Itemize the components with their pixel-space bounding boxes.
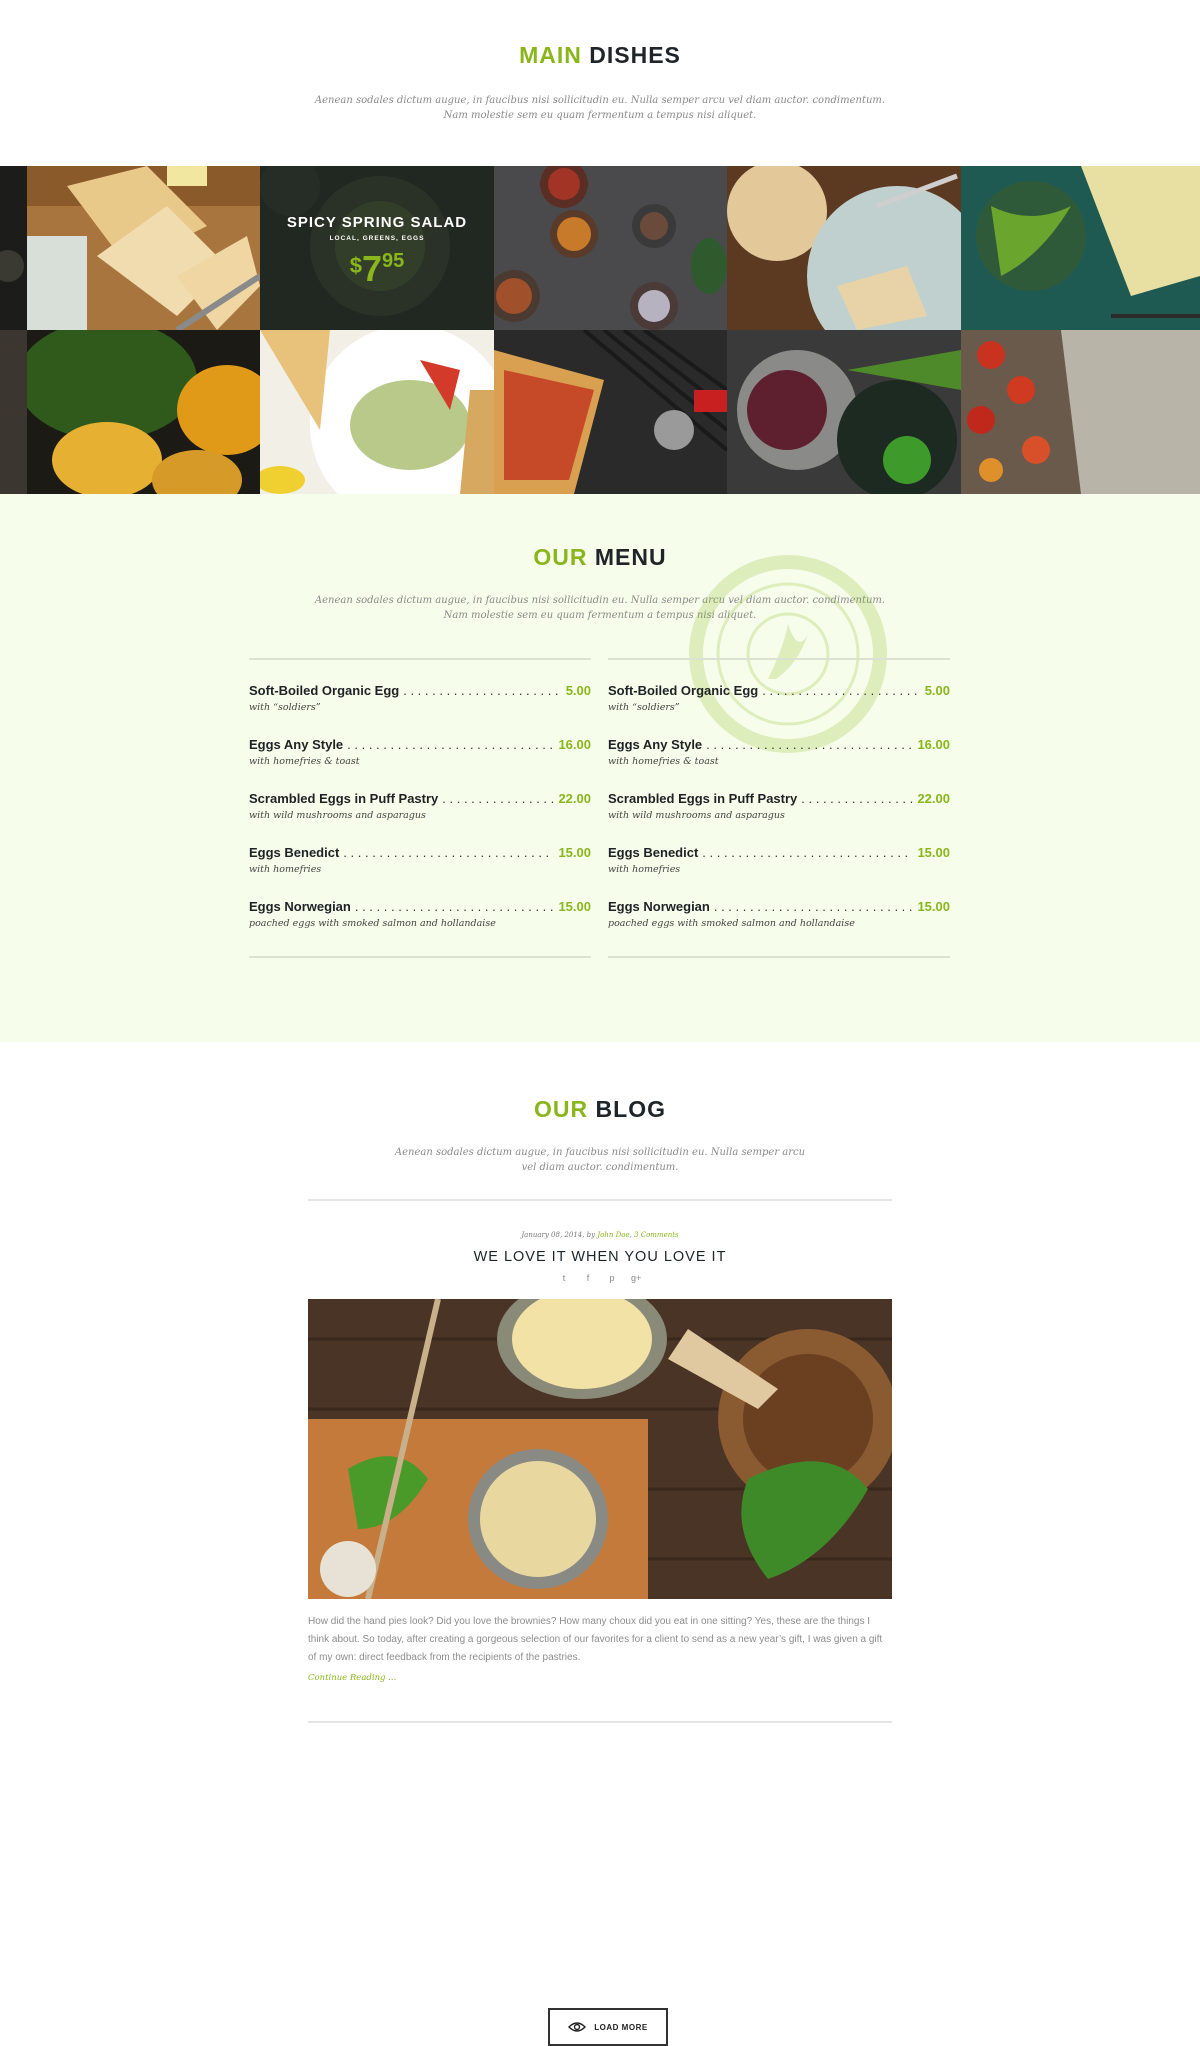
gallery-tile-zucchini[interactable] <box>961 166 1200 330</box>
blog-section: OUR BLOG Aenean sodales dictum augue, in… <box>0 1042 1200 2046</box>
promo-title: SPICY SPRING SALAD <box>286 214 468 231</box>
menu-item[interactable]: Eggs Norwegian15.00 poached eggs with sm… <box>249 899 591 953</box>
promo-spicy-spring-salad[interactable]: SPICY SPRING SALAD LOCAL, GREENS, EGGS $… <box>260 166 494 330</box>
divider <box>308 1721 892 1723</box>
menu-item[interactable]: Eggs Benedict15.00 with homefries <box>608 845 950 899</box>
main-dishes-description: Aenean sodales dictum augue, in faucibus… <box>314 95 886 121</box>
menu-column-left: Soft-Boiled Organic Egg5.00 with “soldie… <box>249 658 591 958</box>
menu-item[interactable]: Soft-Boiled Organic Egg5.00 with “soldie… <box>608 683 950 737</box>
gallery-tile-bread[interactable] <box>27 166 260 330</box>
menu-item[interactable]: Eggs Norwegian15.00 poached eggs with sm… <box>608 899 950 953</box>
share-icons: t f p g+ <box>308 1273 892 1283</box>
post-excerpt: How did the hand pies look? Did you love… <box>308 1616 883 1663</box>
blog-description: Aenean sodales dictum augue, in faucibus… <box>394 1147 806 1173</box>
dish-gallery: SPICY SPRING SALAD LOCAL, GREENS, EGGS $… <box>0 166 1200 494</box>
menu-title: OUR MENU <box>533 544 667 570</box>
blog-post: January 08, 2014, by John Doe, 3 Comment… <box>308 1199 892 1723</box>
menu-section: OUR MENU Aenean sodales dictum augue, in… <box>0 494 1200 1042</box>
gallery-tile-spices[interactable] <box>494 166 727 330</box>
facebook-icon[interactable]: f <box>583 1273 593 1283</box>
gallery-tile-tomatoes[interactable] <box>961 330 1200 494</box>
menu-description: Aenean sodales dictum augue, in faucibus… <box>314 595 886 621</box>
menu-item[interactable]: Eggs Any Style16.00 with homefries & toa… <box>249 737 591 791</box>
menu-item[interactable]: Scrambled Eggs in Puff Pastry22.00 with … <box>608 791 950 845</box>
menu-column-right: Soft-Boiled Organic Egg5.00 with “soldie… <box>608 658 950 958</box>
gallery-tile-edge-1[interactable] <box>0 166 27 330</box>
gallery-tile-fruit[interactable] <box>27 330 260 494</box>
gallery-tile-pizza[interactable] <box>494 330 727 494</box>
eye-icon <box>568 2022 587 2032</box>
blog-title: OUR BLOG <box>534 1096 666 1122</box>
gallery-tile-edge-2[interactable] <box>0 330 27 494</box>
gallery-tile-beets[interactable] <box>727 330 961 494</box>
promo-subtitle: LOCAL, GREENS, EGGS <box>329 235 425 242</box>
divider <box>308 1199 892 1201</box>
menu-columns: Soft-Boiled Organic Egg5.00 with “soldie… <box>249 658 951 958</box>
menu-item[interactable]: Soft-Boiled Organic Egg5.00 with “soldie… <box>249 683 591 737</box>
pinterest-icon[interactable]: p <box>607 1273 617 1283</box>
post-title[interactable]: WE LOVE IT WHEN YOU LOVE IT <box>308 1249 892 1265</box>
menu-item[interactable]: Eggs Benedict15.00 with homefries <box>249 845 591 899</box>
twitter-icon[interactable]: t <box>559 1273 569 1283</box>
continue-reading-link[interactable]: Continue Reading ... <box>308 1673 396 1683</box>
load-more-button[interactable]: LOAD MORE <box>548 2008 668 2046</box>
post-author-link[interactable]: John Doe <box>597 1231 629 1239</box>
gallery-tile-pita[interactable] <box>260 330 494 494</box>
promo-price: $795 <box>349 248 405 289</box>
post-image[interactable] <box>308 1299 892 1599</box>
main-dishes-title: MAIN DISHES <box>519 42 681 68</box>
menu-item[interactable]: Eggs Any Style16.00 with homefries & toa… <box>608 737 950 791</box>
gallery-tile-chips[interactable] <box>727 166 961 330</box>
google-plus-icon[interactable]: g+ <box>631 1273 641 1283</box>
post-meta: January 08, 2014, by John Doe, 3 Comment… <box>521 1231 679 1239</box>
post-comments-link[interactable]: 3 Comments <box>634 1231 679 1239</box>
menu-item[interactable]: Scrambled Eggs in Puff Pastry22.00 with … <box>249 791 591 845</box>
main-dishes-section: MAIN DISHES Aenean sodales dictum augue,… <box>0 0 1200 166</box>
